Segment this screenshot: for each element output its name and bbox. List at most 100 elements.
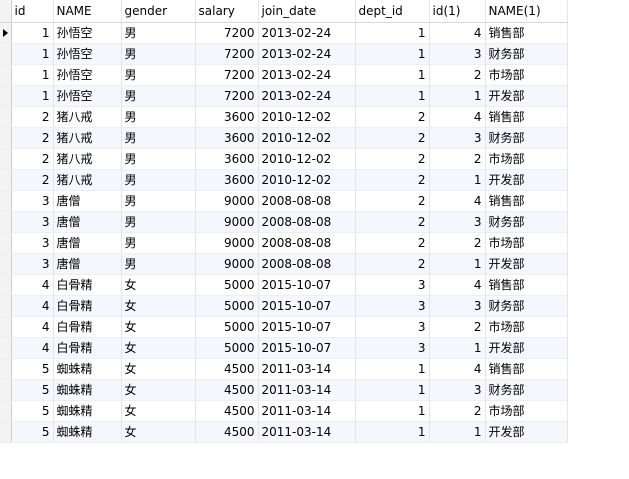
table-row[interactable]: 4 白骨精女 5000 2015-10-07 3 3 财务部 [0, 295, 568, 317]
cell-dept-id[interactable]: 2 [355, 232, 430, 254]
cell-join-date[interactable]: 2010-12-02 [258, 127, 356, 149]
cell-dept-id[interactable]: 3 [355, 337, 430, 359]
cell-name-1[interactable]: 市场部 [485, 232, 568, 254]
cell-dept-id[interactable]: 3 [355, 295, 430, 317]
cell-join-date[interactable]: 2015-10-07 [258, 337, 356, 359]
cell-name-1[interactable]: 财务部 [485, 379, 568, 401]
cell-gender[interactable]: 男 [121, 106, 196, 128]
cell-gender[interactable]: 男 [121, 43, 196, 65]
cell-gender[interactable]: 女 [121, 379, 196, 401]
cell-gender[interactable]: 男 [121, 22, 196, 44]
cell-id-1[interactable]: 4 [429, 106, 486, 128]
row-selector[interactable] [0, 85, 12, 107]
cell-salary[interactable]: 3600 [195, 106, 259, 128]
cell-gender[interactable]: 女 [121, 274, 196, 296]
cell-name[interactable]: 白骨精 [53, 337, 122, 359]
cell-id[interactable]: 5 [11, 379, 54, 401]
column-header-gender[interactable]: gender [121, 0, 196, 23]
row-selector[interactable] [0, 316, 12, 338]
column-header-join-date[interactable]: join_date [258, 0, 356, 23]
row-selector[interactable] [0, 358, 12, 380]
cell-name[interactable]: 蜘蛛精 [53, 358, 122, 380]
cell-join-date[interactable]: 2011-03-14 [258, 358, 356, 380]
cell-name-1[interactable]: 财务部 [485, 43, 568, 65]
cell-gender[interactable]: 女 [121, 337, 196, 359]
row-selector[interactable] [0, 337, 12, 359]
cell-id[interactable]: 3 [11, 211, 54, 233]
cell-join-date[interactable]: 2015-10-07 [258, 274, 356, 296]
cell-salary[interactable]: 5000 [195, 337, 259, 359]
cell-join-date[interactable]: 2008-08-08 [258, 232, 356, 254]
cell-name-1[interactable]: 开发部 [485, 253, 568, 275]
row-selector[interactable] [0, 211, 12, 233]
cell-id-1[interactable]: 1 [429, 337, 486, 359]
cell-gender[interactable]: 男 [121, 169, 196, 191]
cell-dept-id[interactable]: 2 [355, 148, 430, 170]
cell-id-1[interactable]: 3 [429, 211, 486, 233]
row-selector[interactable] [0, 64, 12, 86]
column-header-name[interactable]: NAME [53, 0, 122, 23]
cell-id[interactable]: 3 [11, 253, 54, 275]
cell-dept-id[interactable]: 2 [355, 190, 430, 212]
cell-salary[interactable]: 5000 [195, 295, 259, 317]
cell-name[interactable]: 猪八戒 [53, 127, 122, 149]
cell-name[interactable]: 猪八戒 [53, 148, 122, 170]
cell-join-date[interactable]: 2008-08-08 [258, 253, 356, 275]
cell-join-date[interactable]: 2008-08-08 [258, 211, 356, 233]
cell-name-1[interactable]: 市场部 [485, 64, 568, 86]
cell-name[interactable]: 孙悟空 [53, 85, 122, 107]
cell-salary[interactable]: 9000 [195, 211, 259, 233]
cell-name-1[interactable]: 市场部 [485, 400, 568, 422]
table-row[interactable]: 3 唐僧男 9000 2008-08-08 2 1 开发部 [0, 253, 568, 275]
cell-id[interactable]: 4 [11, 337, 54, 359]
cell-salary[interactable]: 4500 [195, 358, 259, 380]
table-row[interactable]: 4 白骨精女 5000 2015-10-07 3 2 市场部 [0, 316, 568, 338]
cell-join-date[interactable]: 2013-02-24 [258, 43, 356, 65]
cell-gender[interactable]: 男 [121, 232, 196, 254]
cell-id-1[interactable]: 3 [429, 379, 486, 401]
cell-salary[interactable]: 4500 [195, 400, 259, 422]
row-selector[interactable] [0, 106, 12, 128]
cell-id-1[interactable]: 3 [429, 43, 486, 65]
cell-id-1[interactable]: 4 [429, 358, 486, 380]
cell-id[interactable]: 5 [11, 421, 54, 443]
row-selector[interactable] [0, 148, 12, 170]
cell-salary[interactable]: 5000 [195, 274, 259, 296]
cell-join-date[interactable]: 2010-12-02 [258, 148, 356, 170]
cell-name-1[interactable]: 开发部 [485, 85, 568, 107]
cell-id-1[interactable]: 4 [429, 274, 486, 296]
table-row[interactable]: 2 猪八戒男 3600 2010-12-02 2 3 财务部 [0, 127, 568, 149]
column-header-salary[interactable]: salary [195, 0, 259, 23]
cell-name[interactable]: 猪八戒 [53, 169, 122, 191]
cell-id-1[interactable]: 2 [429, 400, 486, 422]
cell-name-1[interactable]: 市场部 [485, 148, 568, 170]
cell-gender[interactable]: 男 [121, 64, 196, 86]
row-selector[interactable] [0, 400, 12, 422]
cell-join-date[interactable]: 2011-03-14 [258, 421, 356, 443]
cell-gender[interactable]: 男 [121, 211, 196, 233]
cell-id[interactable]: 5 [11, 358, 54, 380]
cell-salary[interactable]: 4500 [195, 421, 259, 443]
cell-name-1[interactable]: 销售部 [485, 22, 568, 44]
cell-id[interactable]: 4 [11, 295, 54, 317]
cell-name[interactable]: 孙悟空 [53, 64, 122, 86]
cell-gender[interactable]: 女 [121, 316, 196, 338]
table-row[interactable]: 4 白骨精女 5000 2015-10-07 3 4 销售部 [0, 274, 568, 296]
row-selector[interactable] [0, 190, 12, 212]
cell-gender[interactable]: 女 [121, 421, 196, 443]
cell-join-date[interactable]: 2013-02-24 [258, 22, 356, 44]
cell-join-date[interactable]: 2015-10-07 [258, 316, 356, 338]
cell-name[interactable]: 唐僧 [53, 211, 122, 233]
cell-id-1[interactable]: 4 [429, 190, 486, 212]
cell-dept-id[interactable]: 2 [355, 253, 430, 275]
cell-salary[interactable]: 3600 [195, 169, 259, 191]
cell-id[interactable]: 1 [11, 43, 54, 65]
cell-join-date[interactable]: 2011-03-14 [258, 400, 356, 422]
cell-dept-id[interactable]: 2 [355, 127, 430, 149]
cell-dept-id[interactable]: 1 [355, 64, 430, 86]
cell-gender[interactable]: 男 [121, 127, 196, 149]
cell-id[interactable]: 1 [11, 85, 54, 107]
row-selector[interactable] [0, 43, 12, 65]
row-selector[interactable] [0, 253, 12, 275]
table-row[interactable]: 1 孙悟空男 7200 2013-02-24 1 3 财务部 [0, 43, 568, 65]
